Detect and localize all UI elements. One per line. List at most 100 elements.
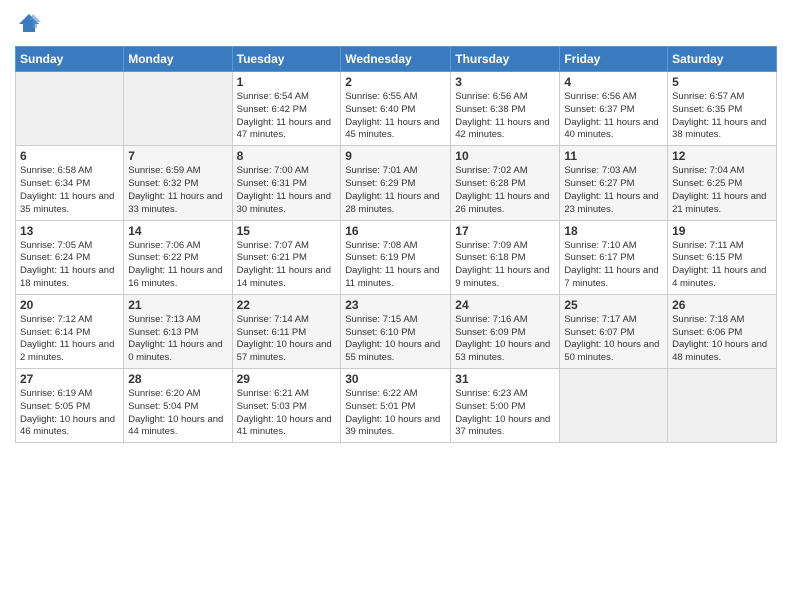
calendar-cell: 23 Sunrise: 7:15 AMSunset: 6:10 PMDayligh…: [341, 294, 451, 368]
calendar-cell: 17 Sunrise: 7:09 AMSunset: 6:18 PMDayligh…: [451, 220, 560, 294]
day-number: 15: [237, 224, 337, 238]
day-number: 13: [20, 224, 119, 238]
day-info: Sunrise: 7:03 AMSunset: 6:27 PMDaylight:…: [564, 165, 663, 216]
calendar-cell: [668, 369, 777, 443]
day-number: 27: [20, 372, 119, 386]
day-info: Sunrise: 6:22 AMSunset: 5:01 PMDaylight:…: [345, 388, 446, 439]
calendar-cell: 19 Sunrise: 7:11 AMSunset: 6:15 PMDayligh…: [668, 220, 777, 294]
day-number: 31: [455, 372, 555, 386]
day-number: 24: [455, 298, 555, 312]
calendar-cell: 24 Sunrise: 7:16 AMSunset: 6:09 PMDayligh…: [451, 294, 560, 368]
day-number: 18: [564, 224, 663, 238]
calendar-cell: 22Sunrise: 7:14 AMSunset: 6:11 PMDayligh…: [232, 294, 341, 368]
day-info: Sunrise: 6:57 AMSunset: 6:35 PMDaylight:…: [672, 91, 772, 142]
day-number: 28: [128, 372, 227, 386]
calendar-cell: 3Sunrise: 6:56 AMSunset: 6:38 PMDaylight…: [451, 72, 560, 146]
day-number: 9: [345, 149, 446, 163]
day-info: Sunrise: 7:10 AMSunset: 6:17 PMDaylight:…: [564, 240, 663, 291]
calendar-cell: [560, 369, 668, 443]
calendar-cell: 15 Sunrise: 7:07 AMSunset: 6:21 PMDayligh…: [232, 220, 341, 294]
calendar-header-saturday: Saturday: [668, 47, 777, 72]
calendar-cell: 9 Sunrise: 7:01 AMSunset: 6:29 PMDaylight…: [341, 146, 451, 220]
day-number: 5: [672, 75, 772, 89]
calendar-cell: 8 Sunrise: 7:00 AMSunset: 6:31 PMDaylight…: [232, 146, 341, 220]
day-info: Sunrise: 6:58 AMSunset: 6:34 PMDaylight:…: [20, 165, 119, 216]
calendar-cell: 11 Sunrise: 7:03 AMSunset: 6:27 PMDayligh…: [560, 146, 668, 220]
day-number: 19: [672, 224, 772, 238]
day-number: 29: [237, 372, 337, 386]
calendar-cell: [124, 72, 232, 146]
day-info: Sunrise: 7:12 AMSunset: 6:14 PMDaylight:…: [20, 314, 119, 365]
logo-icon: [15, 10, 43, 38]
day-info: Sunrise: 7:13 AMSunset: 6:13 PMDaylight:…: [128, 314, 227, 365]
day-info: Sunrise: 7:07 AMSunset: 6:21 PMDaylight:…: [237, 240, 337, 291]
day-number: 2: [345, 75, 446, 89]
day-info: Sunrise: 7:11 AMSunset: 6:15 PMDaylight:…: [672, 240, 772, 291]
calendar-header-row: SundayMondayTuesdayWednesdayThursdayFrid…: [16, 47, 777, 72]
logo: [15, 10, 45, 38]
calendar-header-thursday: Thursday: [451, 47, 560, 72]
calendar-cell: 10Sunrise: 7:02 AMSunset: 6:28 PMDayligh…: [451, 146, 560, 220]
calendar-cell: 31 Sunrise: 6:23 AMSunset: 5:00 PMDayligh…: [451, 369, 560, 443]
calendar-week-row: 1Sunrise: 6:54 AMSunset: 6:42 PMDaylight…: [16, 72, 777, 146]
day-number: 26: [672, 298, 772, 312]
day-info: Sunrise: 7:04 AMSunset: 6:25 PMDaylight:…: [672, 165, 772, 216]
day-info: Sunrise: 7:01 AMSunset: 6:29 PMDaylight:…: [345, 165, 446, 216]
calendar-cell: 14Sunrise: 7:06 AMSunset: 6:22 PMDayligh…: [124, 220, 232, 294]
day-info: Sunrise: 7:06 AMSunset: 6:22 PMDaylight:…: [128, 240, 227, 291]
day-info: Sunrise: 6:20 AMSunset: 5:04 PMDaylight:…: [128, 388, 227, 439]
day-number: 1: [237, 75, 337, 89]
calendar-cell: 27 Sunrise: 6:19 AMSunset: 5:05 PMDayligh…: [16, 369, 124, 443]
day-info: Sunrise: 7:08 AMSunset: 6:19 PMDaylight:…: [345, 240, 446, 291]
calendar-header-friday: Friday: [560, 47, 668, 72]
day-number: 7: [128, 149, 227, 163]
day-info: Sunrise: 6:56 AMSunset: 6:37 PMDaylight:…: [564, 91, 663, 142]
calendar-header-wednesday: Wednesday: [341, 47, 451, 72]
calendar-cell: 1Sunrise: 6:54 AMSunset: 6:42 PMDaylight…: [232, 72, 341, 146]
calendar-week-row: 20 Sunrise: 7:12 AMSunset: 6:14 PMDayligh…: [16, 294, 777, 368]
day-info: Sunrise: 7:18 AMSunset: 6:06 PMDaylight:…: [672, 314, 772, 365]
calendar-cell: 21 Sunrise: 7:13 AMSunset: 6:13 PMDayligh…: [124, 294, 232, 368]
day-info: Sunrise: 7:05 AMSunset: 6:24 PMDaylight:…: [20, 240, 119, 291]
calendar-cell: [16, 72, 124, 146]
calendar-cell: 2Sunrise: 6:55 AMSunset: 6:40 PMDaylight…: [341, 72, 451, 146]
calendar-cell: 13 Sunrise: 7:05 AMSunset: 6:24 PMDayligh…: [16, 220, 124, 294]
calendar-header-tuesday: Tuesday: [232, 47, 341, 72]
calendar-cell: 12 Sunrise: 7:04 AMSunset: 6:25 PMDayligh…: [668, 146, 777, 220]
header: [15, 10, 777, 38]
day-info: Sunrise: 6:23 AMSunset: 5:00 PMDaylight:…: [455, 388, 555, 439]
calendar-cell: 25 Sunrise: 7:17 AMSunset: 6:07 PMDayligh…: [560, 294, 668, 368]
calendar-cell: 30Sunrise: 6:22 AMSunset: 5:01 PMDayligh…: [341, 369, 451, 443]
day-info: Sunrise: 7:00 AMSunset: 6:31 PMDaylight:…: [237, 165, 337, 216]
calendar-cell: 4Sunrise: 6:56 AMSunset: 6:37 PMDaylight…: [560, 72, 668, 146]
calendar-cell: 18 Sunrise: 7:10 AMSunset: 6:17 PMDayligh…: [560, 220, 668, 294]
calendar-cell: 7 Sunrise: 6:59 AMSunset: 6:32 PMDaylight…: [124, 146, 232, 220]
day-info: Sunrise: 6:59 AMSunset: 6:32 PMDaylight:…: [128, 165, 227, 216]
calendar-header-monday: Monday: [124, 47, 232, 72]
day-number: 20: [20, 298, 119, 312]
calendar-cell: 6Sunrise: 6:58 AMSunset: 6:34 PMDaylight…: [16, 146, 124, 220]
day-number: 8: [237, 149, 337, 163]
day-number: 12: [672, 149, 772, 163]
day-info: Sunrise: 7:15 AMSunset: 6:10 PMDaylight:…: [345, 314, 446, 365]
calendar-header-sunday: Sunday: [16, 47, 124, 72]
day-number: 11: [564, 149, 663, 163]
day-info: Sunrise: 7:09 AMSunset: 6:18 PMDaylight:…: [455, 240, 555, 291]
day-number: 17: [455, 224, 555, 238]
day-number: 23: [345, 298, 446, 312]
day-info: Sunrise: 6:19 AMSunset: 5:05 PMDaylight:…: [20, 388, 119, 439]
calendar-cell: 16 Sunrise: 7:08 AMSunset: 6:19 PMDayligh…: [341, 220, 451, 294]
calendar-week-row: 13 Sunrise: 7:05 AMSunset: 6:24 PMDayligh…: [16, 220, 777, 294]
day-info: Sunrise: 7:17 AMSunset: 6:07 PMDaylight:…: [564, 314, 663, 365]
day-number: 21: [128, 298, 227, 312]
day-number: 16: [345, 224, 446, 238]
day-number: 25: [564, 298, 663, 312]
day-info: Sunrise: 7:02 AMSunset: 6:28 PMDaylight:…: [455, 165, 555, 216]
day-info: Sunrise: 7:16 AMSunset: 6:09 PMDaylight:…: [455, 314, 555, 365]
calendar-cell: 20 Sunrise: 7:12 AMSunset: 6:14 PMDayligh…: [16, 294, 124, 368]
calendar-cell: 5 Sunrise: 6:57 AMSunset: 6:35 PMDaylight…: [668, 72, 777, 146]
day-info: Sunrise: 6:21 AMSunset: 5:03 PMDaylight:…: [237, 388, 337, 439]
page: SundayMondayTuesdayWednesdayThursdayFrid…: [0, 0, 792, 612]
calendar-table: SundayMondayTuesdayWednesdayThursdayFrid…: [15, 46, 777, 443]
calendar-cell: 29 Sunrise: 6:21 AMSunset: 5:03 PMDayligh…: [232, 369, 341, 443]
